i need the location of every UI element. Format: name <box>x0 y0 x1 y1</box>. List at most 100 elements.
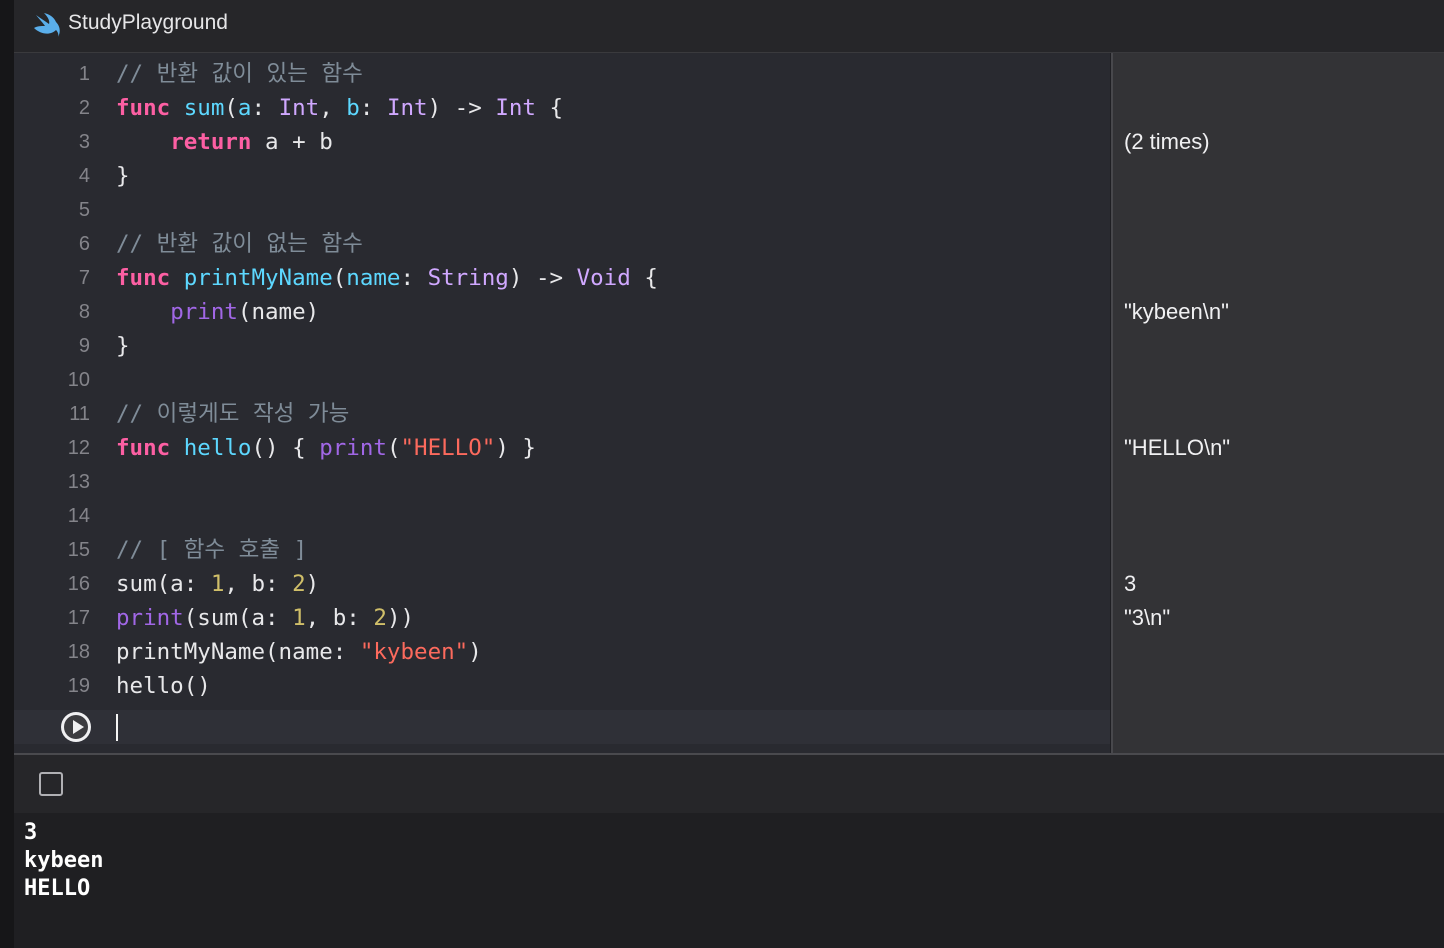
line-number: 9 <box>78 335 90 357</box>
code-token: // 반환 값이 있는 함수 <box>116 61 363 87</box>
play-icon[interactable] <box>61 712 91 742</box>
code-token: } <box>116 333 130 359</box>
code-token: (sum(a: <box>183 605 293 631</box>
code-token: print <box>170 299 238 325</box>
console-toolbar <box>14 753 1444 815</box>
code-line[interactable]: 6 // 반환 값이 없는 함수 <box>14 227 1110 261</box>
code-text: } <box>116 329 130 363</box>
code-editor[interactable]: 1 // 반환 값이 있는 함수 2 func sum(a: Int, b: Int)… <box>14 53 1110 753</box>
code-token: // 반환 값이 없는 함수 <box>116 231 363 257</box>
code-token: a <box>237 95 252 121</box>
line-number: 4 <box>78 165 90 187</box>
code-line[interactable]: 14 <box>14 499 1110 533</box>
console-line: kybeen <box>24 848 104 873</box>
code-token: : <box>359 95 387 121</box>
code-token: hello <box>183 435 252 461</box>
line-number: 7 <box>78 267 90 289</box>
code-token: 2 <box>292 571 306 597</box>
code-line[interactable]: 16 sum(a: 1, b: 2) <box>14 567 1110 601</box>
code-text: func printMyName(name: String) -> Void { <box>116 261 658 295</box>
code-token: func <box>116 435 171 461</box>
code-token: } <box>116 163 130 189</box>
line-number: 12 <box>67 437 90 459</box>
line-number: 8 <box>78 301 90 323</box>
code-token: ( <box>224 95 238 121</box>
line-number: 17 <box>67 607 90 629</box>
code-text: } <box>116 159 130 193</box>
code-token: Void <box>576 265 631 291</box>
code-token: return <box>170 129 252 155</box>
code-line[interactable]: 9} <box>14 329 1110 363</box>
result-value[interactable]: "3\n" <box>1124 601 1170 635</box>
code-token: sum <box>183 95 225 121</box>
code-line[interactable]: 7 func printMyName(name: String) -> Void … <box>14 261 1110 295</box>
code-token: a + b <box>251 129 333 155</box>
code-token: 2 <box>373 605 387 631</box>
line-number: 2 <box>78 97 90 119</box>
window-title: StudyPlayground <box>68 11 228 34</box>
code-token: , b: <box>305 605 374 631</box>
code-text: // 반환 값이 없는 함수 <box>116 227 363 261</box>
code-text: printMyName(name: "kybeen") <box>116 635 482 669</box>
result-value[interactable]: "HELLO\n" <box>1124 431 1230 465</box>
code-token: )) <box>386 605 415 631</box>
swift-icon <box>34 13 60 37</box>
current-line[interactable] <box>14 710 1110 744</box>
code-line[interactable]: 13 <box>14 465 1110 499</box>
text-cursor <box>116 714 118 741</box>
code-token: ) } <box>495 435 536 461</box>
code-token: ) -> <box>508 265 577 291</box>
line-number: 14 <box>67 505 90 527</box>
result-value[interactable]: (2 times) <box>1124 125 1210 159</box>
left-edge <box>0 0 15 948</box>
line-number: 11 <box>69 403 90 425</box>
code-line[interactable]: 3 return a + b <box>14 125 1110 159</box>
code-token: { <box>535 95 564 121</box>
console-output[interactable]: 3 kybeen HELLO <box>14 813 1444 948</box>
line-number: 15 <box>67 539 90 561</box>
code-line[interactable]: 10 <box>14 363 1110 397</box>
code-token: , <box>319 95 347 121</box>
code-line[interactable]: 19 hello() <box>14 669 1110 703</box>
line-number: 13 <box>67 471 90 493</box>
code-token: func <box>116 265 171 291</box>
line-number: 3 <box>78 131 90 153</box>
result-value[interactable]: 3 <box>1124 567 1136 601</box>
code-line[interactable]: 12 func hello() { print("HELLO") } <box>14 431 1110 465</box>
code-token: ( <box>386 435 401 461</box>
code-token: Int <box>495 95 536 121</box>
code-text: print(sum(a: 1, b: 2)) <box>116 601 414 635</box>
code-text: sum(a: 1, b: 2) <box>116 567 319 601</box>
code-line[interactable]: 2 func sum(a: Int, b: Int) -> Int { <box>14 91 1110 125</box>
code-text: // 반환 값이 있는 함수 <box>116 57 363 91</box>
code-token: // [ 함수 호출 ] <box>116 537 308 563</box>
line-number: 1 <box>78 63 90 85</box>
code-line[interactable]: 5 <box>14 193 1110 227</box>
code-token: sum(a: <box>116 571 211 597</box>
code-line[interactable]: 17 print(sum(a: 1, b: 2)) <box>14 601 1110 635</box>
code-text: func sum(a: Int, b: Int) -> Int { <box>116 91 563 125</box>
code-text: print(name) <box>116 295 319 329</box>
hide-console-icon[interactable] <box>39 772 63 796</box>
result-value[interactable]: "kybeen\n" <box>1124 295 1229 329</box>
code-token: printMyName(name: <box>116 639 360 665</box>
code-token: { <box>630 265 658 291</box>
code-token: name <box>346 265 401 291</box>
code-line[interactable]: 18 printMyName(name: "kybeen") <box>14 635 1110 669</box>
code-token: ) -> <box>427 95 496 121</box>
code-line[interactable]: 1 // 반환 값이 있는 함수 <box>14 57 1110 91</box>
code-line[interactable]: 8 print(name) <box>14 295 1110 329</box>
code-token: "kybeen" <box>359 639 469 665</box>
code-token: ) <box>468 639 482 665</box>
line-number: 19 <box>67 675 90 697</box>
code-token: func <box>116 95 171 121</box>
code-token: // 이렇게도 작성 가능 <box>116 401 350 427</box>
code-line[interactable]: 15 // [ 함수 호출 ] <box>14 533 1110 567</box>
console-line: HELLO <box>24 876 91 901</box>
code-text: // 이렇게도 작성 가능 <box>116 397 349 431</box>
code-line[interactable]: 11 // 이렇게도 작성 가능 <box>14 397 1110 431</box>
code-line[interactable]: 4} <box>14 159 1110 193</box>
code-token: , b: <box>224 571 293 597</box>
